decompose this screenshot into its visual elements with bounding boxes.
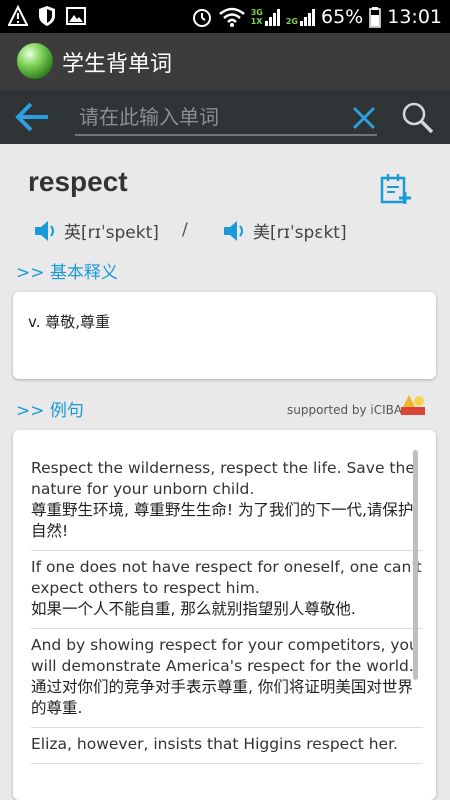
signal-2g-icon: 2G <box>286 8 315 26</box>
battery-percent: 65% <box>321 5 364 28</box>
wifi-icon <box>218 7 245 27</box>
search-icon[interactable] <box>400 100 436 136</box>
definition-card: v. 尊敬,尊重 <box>13 292 436 379</box>
clear-icon[interactable] <box>350 104 378 132</box>
definition-text: v. 尊敬,尊重 <box>28 313 111 331</box>
search-input[interactable] <box>75 100 377 136</box>
battery-icon <box>369 6 381 28</box>
supported-by-label: supported by iCIBA <box>287 403 403 417</box>
example-chinese: 尊重野生环境, 尊重野生生命! 为了我们的下一代,请保护自然! <box>31 501 414 540</box>
alarm-icon <box>192 8 211 27</box>
examples-list: Respect the wilderness, respect the life… <box>31 452 423 764</box>
iciba-logo-icon <box>401 395 425 415</box>
speaker-icon <box>35 220 54 241</box>
app-title: 学生背单词 <box>62 52 173 77</box>
example-item: Respect the wilderness, respect the life… <box>31 452 423 551</box>
speaker-icon <box>224 220 243 241</box>
example-item: Eliza, however, insists that Higgins res… <box>31 728 423 764</box>
back-arrow-icon[interactable] <box>12 98 52 136</box>
examples-card: Respect the wilderness, respect the life… <box>13 430 436 800</box>
section-basic-definition: >> 基本释义 <box>16 263 118 283</box>
clock: 13:01 <box>387 5 442 28</box>
image-icon <box>66 7 86 25</box>
example-item: If one does not have respect for oneself… <box>31 551 423 629</box>
example-english: And by showing respect for your competit… <box>31 636 419 675</box>
app-toolbar: 学生背单词 <box>0 33 450 90</box>
app-logo-icon <box>17 43 53 79</box>
pronunciation-separator: / <box>182 220 188 240</box>
examples-scrollbar[interactable] <box>413 450 418 680</box>
example-english: Eliza, however, insists that Higgins res… <box>31 735 398 753</box>
add-to-wordbook-icon[interactable] <box>378 172 412 206</box>
example-chinese: 通过对你们的竞争对手表示尊重, 你们将证明美国对世界的尊重. <box>31 678 413 717</box>
search-bar <box>0 90 450 144</box>
pronunciation-us[interactable]: 美[rɪˈspɛkt] <box>222 218 347 243</box>
section-examples: >> 例句 <box>16 401 84 421</box>
example-chinese: 如果一个人不能自重, 那么就别指望别人尊敬他. <box>31 600 356 618</box>
word-title: respect <box>28 166 128 197</box>
shield-icon <box>39 6 55 26</box>
signal-3g-icon: 3G 1X <box>251 8 280 26</box>
status-bar: 3G 1X 2G 65% 13:01 <box>0 0 450 33</box>
pronunciation-uk-text: 英[rɪˈspekt] <box>64 223 159 243</box>
pronunciation-us-text: 美[rɪˈspɛkt] <box>253 223 347 243</box>
example-item: And by showing respect for your competit… <box>31 629 423 728</box>
example-english: Respect the wilderness, respect the life… <box>31 459 415 498</box>
pronunciation-uk[interactable]: 英[rɪˈspekt] <box>33 218 159 243</box>
example-english: If one does not have respect for oneself… <box>31 558 422 597</box>
warning-icon <box>8 5 28 26</box>
